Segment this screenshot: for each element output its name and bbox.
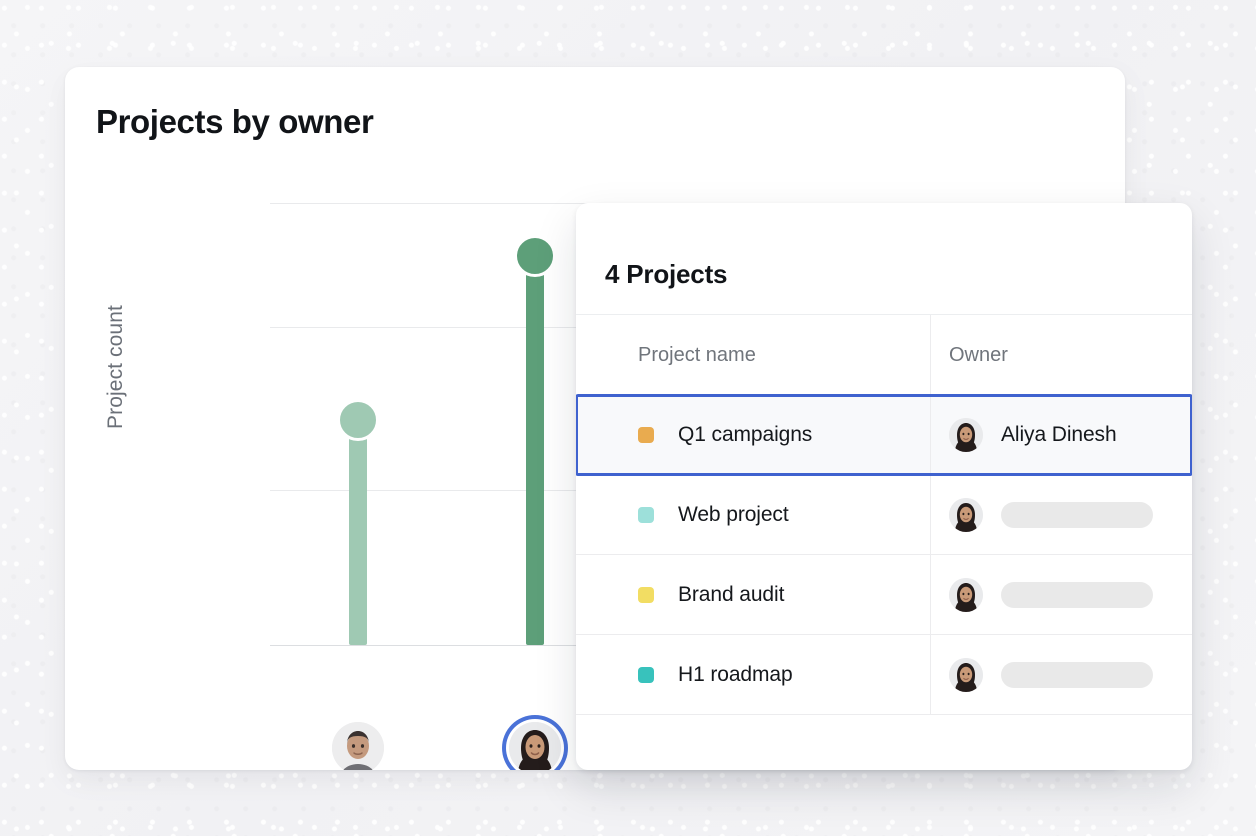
owner-name-placeholder bbox=[1001, 581, 1153, 608]
project-color-dot-icon bbox=[638, 666, 654, 683]
cell-owner: Aliya Dinesh bbox=[930, 395, 1192, 475]
bar-cap-owner-1[interactable] bbox=[337, 399, 379, 441]
table-header-row: Project name Owner bbox=[576, 315, 1192, 395]
project-color-dot-icon bbox=[638, 586, 654, 603]
panel-header: 4 Projects bbox=[576, 203, 1192, 315]
owner-name-placeholder bbox=[1001, 501, 1153, 528]
avatar bbox=[949, 418, 983, 452]
project-color-dot-icon bbox=[638, 506, 654, 523]
project-name-label: H1 roadmap bbox=[678, 662, 793, 686]
column-header-project-name: Project name bbox=[638, 343, 756, 366]
column-header-owner: Owner bbox=[930, 315, 1192, 395]
avatar-female-icon bbox=[949, 497, 983, 532]
avatar bbox=[949, 497, 983, 532]
x-axis-avatar-owner-1[interactable] bbox=[332, 722, 384, 770]
table-row[interactable]: H1 roadmap bbox=[576, 635, 1192, 715]
bar-cap-aliya-dinesh[interactable] bbox=[514, 235, 556, 277]
table-row[interactable]: Web project bbox=[576, 475, 1192, 555]
cell-project-name: Q1 campaigns bbox=[576, 395, 930, 475]
avatar-male-icon bbox=[332, 722, 384, 770]
y-axis-label: Project count bbox=[104, 305, 127, 429]
avatar-female-icon bbox=[949, 577, 983, 612]
project-detail-panel: 4 Projects Project name Owner Q1 campaig… bbox=[576, 203, 1192, 770]
projects-table: Project name Owner Q1 campaigns Aliya Di… bbox=[576, 315, 1192, 715]
table-row[interactable]: Brand audit bbox=[576, 555, 1192, 635]
cell-project-name: Brand audit bbox=[576, 555, 930, 634]
cell-owner bbox=[930, 555, 1192, 634]
avatar bbox=[949, 577, 983, 612]
table-row[interactable]: Q1 campaigns Aliya Dinesh bbox=[576, 394, 1192, 476]
avatar-female-icon bbox=[949, 418, 983, 452]
project-name-label: Brand audit bbox=[678, 582, 785, 606]
project-name-label: Web project bbox=[678, 502, 789, 526]
project-name-label: Q1 campaigns bbox=[678, 423, 813, 446]
bar-stem-aliya-dinesh[interactable] bbox=[526, 259, 544, 645]
cell-project-name: Web project bbox=[576, 475, 930, 554]
cell-owner bbox=[930, 635, 1192, 714]
x-axis-avatar-aliya-dinesh[interactable] bbox=[509, 722, 561, 770]
avatar bbox=[949, 657, 983, 692]
avatar-female-icon bbox=[509, 722, 561, 770]
owner-name-label: Aliya Dinesh bbox=[1001, 423, 1117, 446]
bar-stem-owner-1[interactable] bbox=[349, 423, 367, 645]
avatar-female-icon bbox=[949, 657, 983, 692]
cell-project-name: H1 roadmap bbox=[576, 635, 930, 714]
project-color-dot-icon bbox=[638, 427, 654, 443]
cell-owner bbox=[930, 475, 1192, 554]
owner-name-placeholder bbox=[1001, 661, 1153, 688]
panel-title: 4 Projects bbox=[605, 259, 728, 289]
